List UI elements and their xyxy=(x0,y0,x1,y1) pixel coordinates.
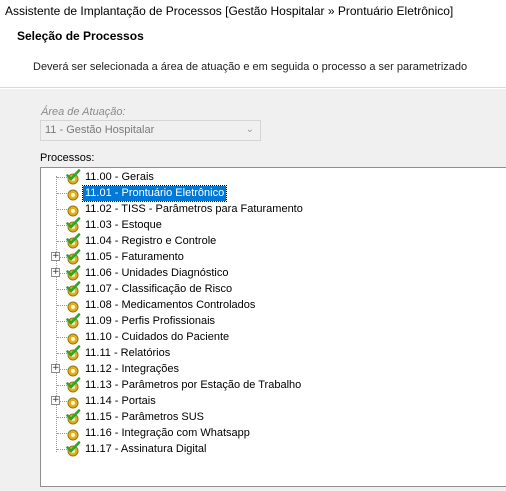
tree-item-label[interactable]: 11.03 - Estoque xyxy=(83,218,164,233)
tree-item-label[interactable]: 11.02 - TISS - Parâmetros para Faturamen… xyxy=(83,202,305,217)
process-icon xyxy=(67,205,79,217)
tree-item-label[interactable]: 11.13 - Parâmetros por Estação de Trabal… xyxy=(83,378,303,393)
tree-item[interactable]: +11.06 - Unidades Diagnóstico xyxy=(41,265,501,281)
tree-item-label[interactable]: 11.10 - Cuidados do Paciente xyxy=(83,330,231,345)
tree-item-label[interactable]: 11.00 - Gerais xyxy=(83,170,156,185)
process-icon xyxy=(67,301,79,313)
tree-item[interactable]: 11.02 - TISS - Parâmetros para Faturamen… xyxy=(41,201,501,217)
tree-item[interactable]: 11.03 - Estoque xyxy=(41,217,501,233)
tree-item-label[interactable]: 11.12 - Integrações xyxy=(83,362,181,377)
expand-icon[interactable]: + xyxy=(51,252,60,261)
tree-item[interactable]: 11.11 - Relatórios xyxy=(41,345,501,361)
tree-item[interactable]: +11.12 - Integrações xyxy=(41,361,501,377)
window-title: Assistente de Implantação de Processos [… xyxy=(5,4,454,18)
checked-process-icon xyxy=(66,265,81,281)
expand-icon[interactable]: + xyxy=(51,396,60,405)
process-icon xyxy=(67,333,79,345)
tree-item-label[interactable]: 11.17 - Assinatura Digital xyxy=(83,442,208,457)
tree-item-label[interactable]: 11.11 - Relatórios xyxy=(83,346,172,361)
checked-process-icon xyxy=(66,441,81,457)
checked-process-icon xyxy=(66,217,81,233)
expand-icon[interactable]: + xyxy=(51,364,60,373)
tree-item-label[interactable]: 11.05 - Faturamento xyxy=(83,250,186,265)
wizard-header: Seleção de Processos Deverá ser selecion… xyxy=(0,22,506,88)
tree-item-label[interactable]: 11.08 - Medicamentos Controlados xyxy=(83,298,257,313)
tree-item-label[interactable]: 11.16 - Integração com Whatsapp xyxy=(83,426,252,441)
checked-process-icon xyxy=(66,233,81,249)
title-bar: Assistente de Implantação de Processos [… xyxy=(0,0,506,22)
area-label: Área de Atuação: xyxy=(41,106,126,118)
tree-item-label[interactable]: 11.01 - Prontuário Eletrônico xyxy=(81,185,228,202)
tree-item[interactable]: 11.10 - Cuidados do Paciente xyxy=(41,329,501,345)
page-description: Deverá ser selecionada a área de atuação… xyxy=(33,61,468,73)
tree-item[interactable]: 11.01 - Prontuário Eletrônico xyxy=(41,185,501,202)
tree-item[interactable]: 11.16 - Integração com Whatsapp xyxy=(41,425,501,441)
checked-process-icon xyxy=(66,249,81,265)
checked-process-icon xyxy=(66,377,81,393)
process-icon xyxy=(67,397,79,409)
tree-item[interactable]: 11.13 - Parâmetros por Estação de Trabal… xyxy=(41,377,501,393)
tree-item[interactable]: 11.17 - Assinatura Digital xyxy=(41,441,501,457)
processes-tree[interactable]: 11.00 - Gerais 11.01 - Prontuário Eletrôn… xyxy=(40,167,506,487)
tree-item-label[interactable]: 11.15 - Parâmetros SUS xyxy=(83,410,206,425)
checked-process-icon xyxy=(66,169,81,185)
tree-item-label[interactable]: 11.04 - Registro e Controle xyxy=(83,234,218,249)
tree-item-label[interactable]: 11.07 - Classificação de Risco xyxy=(83,282,234,297)
tree-item-label[interactable]: 11.14 - Portais xyxy=(83,394,158,409)
area-combobox[interactable]: 11 - Gestão Hospitalar ⌄ xyxy=(40,120,261,141)
checked-process-icon xyxy=(66,345,81,361)
tree-item[interactable]: 11.04 - Registro e Controle xyxy=(41,233,501,249)
tree-item[interactable]: 11.00 - Gerais xyxy=(41,169,501,185)
tree-item[interactable]: 11.07 - Classificação de Risco xyxy=(41,281,501,297)
tree-item[interactable]: 11.15 - Parâmetros SUS xyxy=(41,409,501,425)
tree-item[interactable]: 11.08 - Medicamentos Controlados xyxy=(41,297,501,313)
checked-process-icon xyxy=(66,409,81,425)
checked-process-icon xyxy=(66,281,81,297)
checked-process-icon xyxy=(66,313,81,329)
page-title: Seleção de Processos xyxy=(17,29,144,43)
expand-icon[interactable]: + xyxy=(51,268,60,277)
wizard-content: Área de Atuação: 11 - Gestão Hospitalar … xyxy=(0,89,506,491)
tree-item[interactable]: 11.09 - Perfis Profissionais xyxy=(41,313,501,329)
chevron-down-icon[interactable]: ⌄ xyxy=(246,124,254,135)
area-value: 11 - Gestão Hospitalar xyxy=(45,124,155,136)
processes-label: Processos: xyxy=(40,152,95,164)
tree-item-label[interactable]: 11.09 - Perfis Profissionais xyxy=(83,314,217,329)
tree-item[interactable]: +11.14 - Portais xyxy=(41,393,501,409)
tree-item[interactable]: +11.05 - Faturamento xyxy=(41,249,501,265)
process-icon xyxy=(67,429,79,441)
process-icon xyxy=(67,365,79,377)
process-icon xyxy=(67,189,79,201)
tree-item-label[interactable]: 11.06 - Unidades Diagnóstico xyxy=(83,266,231,281)
